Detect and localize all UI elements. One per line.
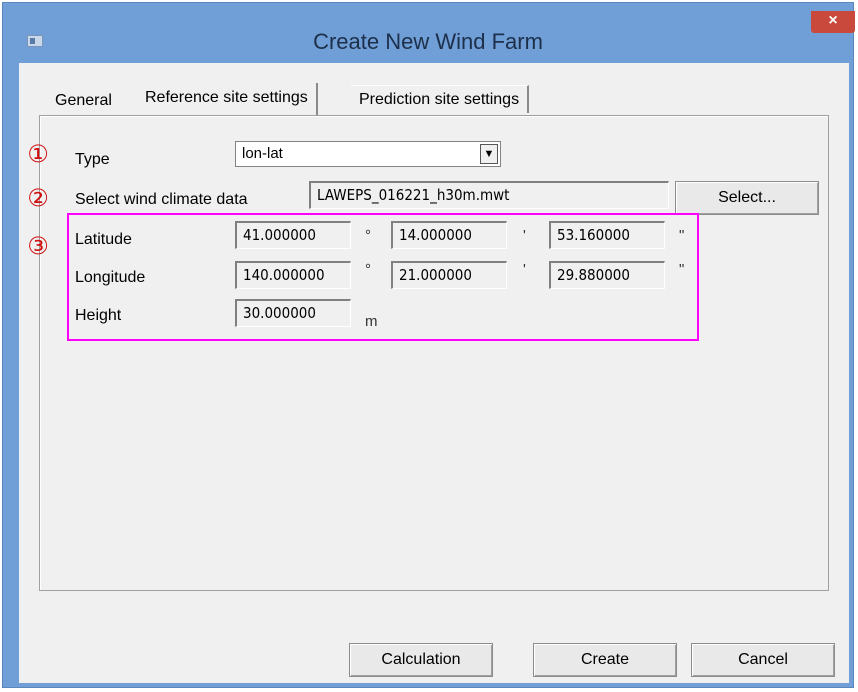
longitude-minutes-field[interactable]: 21.000000 (391, 261, 507, 289)
tab-general[interactable]: General (47, 87, 120, 115)
latitude-label: Latitude (75, 231, 132, 248)
latitude-degrees-field[interactable]: 41.000000 (235, 221, 351, 249)
height-label: Height (75, 307, 122, 324)
second-symbol: " (679, 227, 685, 244)
climate-data-label: Select wind climate data (75, 191, 248, 208)
longitude-degrees-field[interactable]: 140.000000 (235, 261, 351, 289)
tab-prediction-site-settings[interactable]: Prediction site settings (351, 85, 530, 113)
marker-3: ③ (27, 233, 49, 260)
marker-2: ② (27, 185, 49, 212)
type-dropdown[interactable]: lon-lat ▼ (235, 141, 501, 167)
calculation-button[interactable]: Calculation (349, 643, 493, 677)
minute-symbol: ' (523, 261, 526, 278)
latitude-minutes-field[interactable]: 14.000000 (391, 221, 507, 249)
type-label: Type (75, 151, 110, 168)
cancel-button[interactable]: Cancel (691, 643, 835, 677)
create-button[interactable]: Create (533, 643, 677, 677)
close-button[interactable]: × (811, 11, 855, 33)
chevron-down-icon[interactable]: ▼ (480, 144, 498, 164)
height-unit: m (365, 313, 378, 330)
degree-symbol: ° (365, 261, 371, 278)
dialog-window: Create New Wind Farm × General Reference… (2, 2, 855, 688)
latitude-seconds-field[interactable]: 53.160000 (549, 221, 665, 249)
longitude-seconds-field[interactable]: 29.880000 (549, 261, 665, 289)
degree-symbol: ° (365, 227, 371, 244)
marker-1: ① (27, 141, 49, 168)
select-button[interactable]: Select... (675, 181, 819, 215)
dialog-client-area: General Reference site settings Predicti… (19, 63, 849, 683)
minute-symbol: ' (523, 227, 526, 244)
height-field[interactable]: 30.000000 (235, 299, 351, 327)
longitude-label: Longitude (75, 269, 146, 286)
type-dropdown-value: lon-lat (242, 145, 283, 162)
tab-reference-site-settings[interactable]: Reference site settings (137, 83, 318, 115)
climate-data-field[interactable]: LAWEPS_016221_h30m.mwt (309, 181, 669, 209)
second-symbol: " (679, 261, 685, 278)
window-title: Create New Wind Farm (313, 29, 543, 54)
